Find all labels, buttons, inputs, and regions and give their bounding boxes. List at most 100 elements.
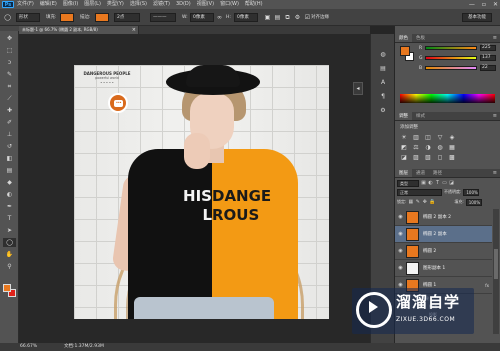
lasso-tool[interactable]: ↄ <box>3 58 16 67</box>
visibility-eye-icon[interactable]: ◉ <box>397 265 404 272</box>
document-tab-close-icon[interactable]: × <box>132 26 136 34</box>
menu-3d[interactable]: 3D(D) <box>176 0 191 9</box>
character-panel-icon[interactable]: A <box>377 78 389 87</box>
tools-panel-grip[interactable] <box>0 26 19 31</box>
blue-slider[interactable] <box>425 66 477 70</box>
blur-tool[interactable]: ◆ <box>3 178 16 187</box>
color-balance-icon[interactable]: ⚖ <box>412 144 420 151</box>
eraser-tool[interactable]: ◧ <box>3 154 16 163</box>
maximize-button[interactable]: ▫ <box>482 0 486 9</box>
path-arrangement-icon[interactable]: ⧉ <box>284 14 291 21</box>
history-panel-icon[interactable]: ◍ <box>377 50 389 59</box>
curves-icon[interactable]: ◫ <box>424 134 432 141</box>
levels-icon[interactable]: ▥ <box>412 134 420 141</box>
tab-color[interactable]: 颜色 <box>395 34 412 42</box>
fill-field[interactable]: 100% <box>465 198 482 206</box>
link-icon[interactable]: ∞ <box>216 14 223 21</box>
filter-shape-icon[interactable]: ▭ <box>442 180 447 186</box>
filter-smart-object-icon[interactable]: ◪ <box>449 180 454 186</box>
layer-row-selected[interactable]: ◉ 椭圆 2 副本 <box>395 226 492 243</box>
tool-presets-panel-icon[interactable]: ⚙ <box>377 106 389 115</box>
green-value-field[interactable]: 137 <box>480 55 496 61</box>
filter-pixel-icon[interactable]: ▣ <box>421 180 426 186</box>
stroke-type-select[interactable]: ——— <box>150 13 176 22</box>
red-value-field[interactable]: 225 <box>480 45 496 51</box>
vibrance-icon[interactable]: ◈ <box>448 134 456 141</box>
menu-file[interactable]: 文件(F) <box>17 0 34 9</box>
layers-panel-menu-icon[interactable]: ≡ <box>493 169 497 178</box>
properties-panel-icon[interactable]: ▤ <box>377 64 389 73</box>
threshold-icon[interactable]: ▧ <box>424 154 432 161</box>
minimize-button[interactable]: — <box>469 0 475 9</box>
menu-layer[interactable]: 图层(L) <box>84 0 101 9</box>
invert-icon[interactable]: ◪ <box>400 154 408 161</box>
shape-mode-select[interactable]: 形状 <box>16 13 40 22</box>
filter-adjustment-icon[interactable]: ◐ <box>428 180 433 186</box>
lock-pixels-icon[interactable]: ✎ <box>415 199 420 205</box>
opacity-field[interactable]: 100% <box>463 188 480 196</box>
height-field[interactable]: 0像素 <box>234 13 258 22</box>
color-panel-menu-icon[interactable]: ≡ <box>493 34 497 43</box>
crop-tool[interactable]: ⌗ <box>3 82 16 91</box>
selective-color-icon[interactable]: ◻ <box>436 154 444 161</box>
path-select-tool[interactable]: ➤ <box>3 226 16 235</box>
align-edges-checkbox[interactable]: ☑ <box>304 14 311 21</box>
tab-styles[interactable]: 样式 <box>412 112 429 120</box>
lock-all-icon[interactable]: 🔒 <box>429 199 435 205</box>
layer-row[interactable]: ◉ 图形副本 1 <box>395 260 492 277</box>
ellipse-tool[interactable]: ◯ <box>3 238 16 247</box>
exposure-icon[interactable]: ▽ <box>436 134 444 141</box>
visibility-eye-icon[interactable]: ◉ <box>397 231 404 238</box>
black-white-icon[interactable]: ◑ <box>424 144 432 151</box>
red-slider[interactable] <box>425 46 477 50</box>
fill-color-swatch[interactable] <box>60 13 74 22</box>
path-alignment-icon[interactable]: ▤ <box>274 14 281 21</box>
close-button[interactable]: ✕ <box>493 0 498 9</box>
settings-gear-icon[interactable]: ⚙ <box>294 14 301 21</box>
channel-mixer-icon[interactable]: ▦ <box>448 144 456 151</box>
menu-image[interactable]: 图像(I) <box>63 0 78 9</box>
clone-stamp-tool[interactable]: ⊥ <box>3 130 16 139</box>
menu-filter[interactable]: 滤镜(T) <box>153 0 170 9</box>
quick-select-tool[interactable]: ✎ <box>3 70 16 79</box>
layer-kind-filter[interactable]: 类型 <box>397 179 419 187</box>
photo-filter-icon[interactable]: ◍ <box>436 144 444 151</box>
menu-edit[interactable]: 编辑(E) <box>40 0 57 9</box>
document-info[interactable]: 文档:1.37M/2.93M <box>64 343 104 351</box>
shape-tool-preset-icon[interactable]: ◯ <box>4 14 11 21</box>
panel-collapse-icon[interactable]: ◂ <box>353 82 363 95</box>
brightness-contrast-icon[interactable]: ☀ <box>400 134 408 141</box>
marquee-tool[interactable]: ⬚ <box>3 46 16 55</box>
stroke-color-swatch[interactable] <box>95 13 109 22</box>
brush-tool[interactable]: ✐ <box>3 118 16 127</box>
stroke-width-field[interactable]: 2点 <box>114 13 140 22</box>
hue-saturation-icon[interactable]: ◩ <box>400 144 408 151</box>
blend-mode-select[interactable]: 正常 <box>397 188 442 196</box>
menu-select[interactable]: 选择(S) <box>130 0 147 9</box>
eyedropper-tool[interactable]: ⟋ <box>3 94 16 103</box>
move-tool[interactable]: ✥ <box>3 34 16 43</box>
layer-row[interactable]: ◉ 椭圆 2 <box>395 243 492 260</box>
color-panel-foreground-swatch[interactable] <box>400 46 410 56</box>
lock-position-icon[interactable]: ✥ <box>422 199 427 205</box>
tab-layers[interactable]: 图层 <box>395 169 412 177</box>
dodge-tool[interactable]: ◐ <box>3 190 16 199</box>
layer-row[interactable]: ◉ 椭圆 2 副本 2 <box>395 209 492 226</box>
layers-scrollbar[interactable] <box>493 209 499 334</box>
width-field[interactable]: 0像素 <box>190 13 214 22</box>
hand-tool[interactable]: ✋ <box>3 250 16 259</box>
visibility-eye-icon[interactable]: ◉ <box>397 214 404 221</box>
visibility-eye-icon[interactable]: ◉ <box>397 248 404 255</box>
type-tool[interactable]: T <box>3 214 16 223</box>
layer-fx-badge[interactable]: fx <box>485 277 489 294</box>
blue-value-field[interactable]: 22 <box>480 65 496 71</box>
tab-channels[interactable]: 通道 <box>412 169 429 177</box>
menu-view[interactable]: 视图(V) <box>197 0 214 9</box>
posterize-icon[interactable]: ▨ <box>412 154 420 161</box>
tab-paths[interactable]: 路径 <box>429 169 446 177</box>
menu-window[interactable]: 窗口(W) <box>220 0 239 9</box>
chat-bubble-badge[interactable]: ••• <box>108 93 128 113</box>
zoom-level[interactable]: 66.67% <box>20 343 37 351</box>
paragraph-panel-icon[interactable]: ¶ <box>377 92 389 101</box>
gradient-tool[interactable]: ▤ <box>3 166 16 175</box>
